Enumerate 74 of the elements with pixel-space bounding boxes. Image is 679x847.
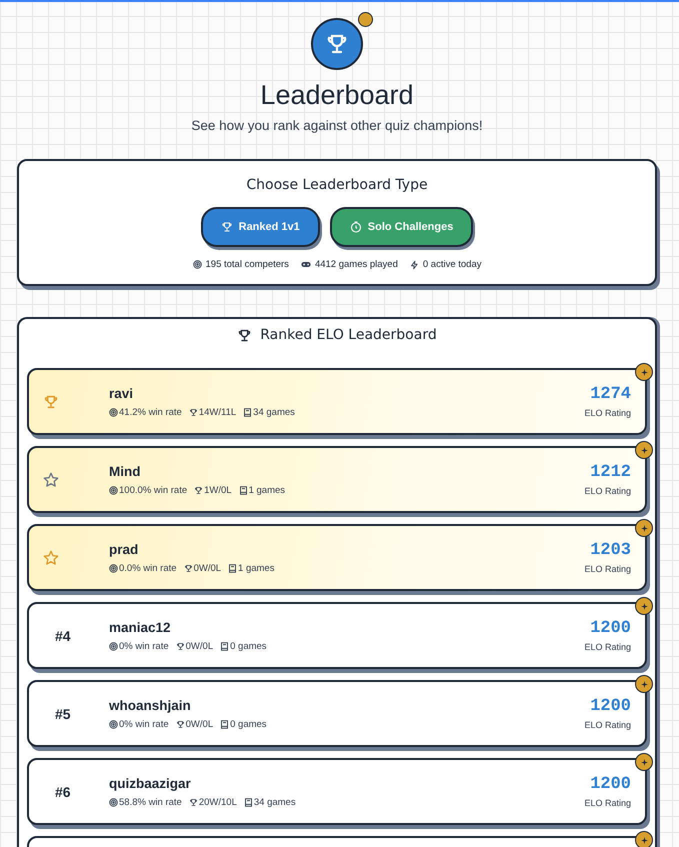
book-icon bbox=[220, 720, 230, 728]
trophy-icon bbox=[176, 720, 185, 728]
win-rate: 58.8% win rate bbox=[119, 796, 182, 808]
target-icon bbox=[109, 408, 118, 416]
win-loss-record: 0W/0L bbox=[186, 640, 214, 652]
elo-rating: 1274 bbox=[590, 385, 631, 404]
win-rate: 0% win rate bbox=[119, 718, 169, 730]
win-loss-record: 20W/10L bbox=[198, 796, 237, 808]
target-icon bbox=[109, 486, 118, 494]
games-count: 1 games bbox=[248, 484, 286, 496]
card-title: Choose Leaderboard Type bbox=[246, 177, 428, 193]
elo-rating: 1200 bbox=[590, 775, 631, 794]
win-rate: 0.0% win rate bbox=[119, 562, 177, 574]
player-name: quizbaazigar bbox=[109, 776, 192, 790]
target-icon bbox=[109, 642, 118, 650]
win-loss-record: 0W/0L bbox=[186, 718, 214, 730]
trophy-icon bbox=[325, 32, 349, 56]
page-title: Leaderboard bbox=[260, 79, 414, 112]
player-name: maniac12 bbox=[109, 620, 172, 634]
trophy-icon bbox=[176, 642, 185, 650]
rating-label: ELO Rating bbox=[584, 564, 631, 574]
games-count: 0 games bbox=[230, 718, 267, 730]
win-rate: 100.0% win rate bbox=[119, 484, 188, 496]
player-name: Mind bbox=[109, 464, 142, 478]
stat-text: 195 total competers bbox=[206, 259, 289, 270]
win-loss-record: 1W/0L bbox=[204, 484, 232, 496]
rank-number: #5 bbox=[55, 706, 71, 722]
games-count: 34 games bbox=[253, 406, 295, 418]
win-loss-record: 14W/11L bbox=[198, 406, 236, 418]
trophy-icon bbox=[194, 486, 204, 494]
win-rate: 0% win rate bbox=[119, 640, 169, 652]
rank-number: #4 bbox=[55, 628, 71, 644]
leaderboard-type-button[interactable]: Ranked 1v1 bbox=[200, 207, 320, 247]
rating-label: ELO Rating bbox=[584, 408, 631, 418]
book-icon bbox=[220, 642, 230, 650]
trophy-icon bbox=[220, 221, 233, 233]
clock-icon bbox=[350, 221, 362, 233]
target-icon bbox=[109, 798, 118, 806]
games-count: 0 games bbox=[230, 640, 267, 652]
trophy-icon bbox=[237, 328, 252, 342]
book-icon bbox=[243, 408, 252, 416]
player-name: prad bbox=[109, 542, 140, 556]
rating-label: ELO Rating bbox=[584, 486, 631, 496]
target-icon bbox=[109, 720, 118, 728]
target-icon bbox=[192, 260, 202, 269]
page-subtitle: See how you rank against other quiz champions! bbox=[191, 118, 483, 133]
notification-dot bbox=[358, 12, 373, 27]
gamepad-icon bbox=[300, 260, 311, 269]
games-count: 34 games bbox=[254, 796, 296, 808]
win-rate: 41.2% win rate bbox=[119, 406, 182, 418]
rating-label: ELO Rating bbox=[584, 720, 631, 730]
player-name: whoanshjain bbox=[109, 698, 192, 712]
rating-label: ELO Rating bbox=[584, 642, 631, 652]
elo-rating: 1212 bbox=[590, 463, 631, 482]
elo-rating: 1203 bbox=[590, 541, 631, 560]
lightning-icon bbox=[410, 260, 419, 270]
games-count: 1 games bbox=[238, 562, 274, 574]
rating-label: ELO Rating bbox=[584, 798, 631, 808]
elo-rating: 1200 bbox=[590, 697, 631, 716]
leaderboard-type-button[interactable]: Solo Challenges bbox=[330, 207, 474, 247]
card-title: Ranked ELO Leaderboard bbox=[260, 327, 437, 343]
book-icon bbox=[244, 798, 253, 806]
stat-text: 0 active today bbox=[422, 259, 482, 270]
book-icon bbox=[238, 486, 248, 494]
win-loss-record: 0W/0L bbox=[194, 562, 222, 574]
trophy-icon bbox=[188, 798, 198, 806]
rank-number: #6 bbox=[55, 784, 71, 800]
stat-text: 4412 games played bbox=[314, 259, 398, 270]
target-icon bbox=[109, 564, 118, 572]
book-icon bbox=[228, 564, 238, 572]
player-name: ravi bbox=[109, 386, 134, 400]
trophy-icon bbox=[188, 408, 198, 416]
trophy-icon bbox=[184, 564, 193, 572]
elo-rating: 1200 bbox=[590, 619, 631, 638]
